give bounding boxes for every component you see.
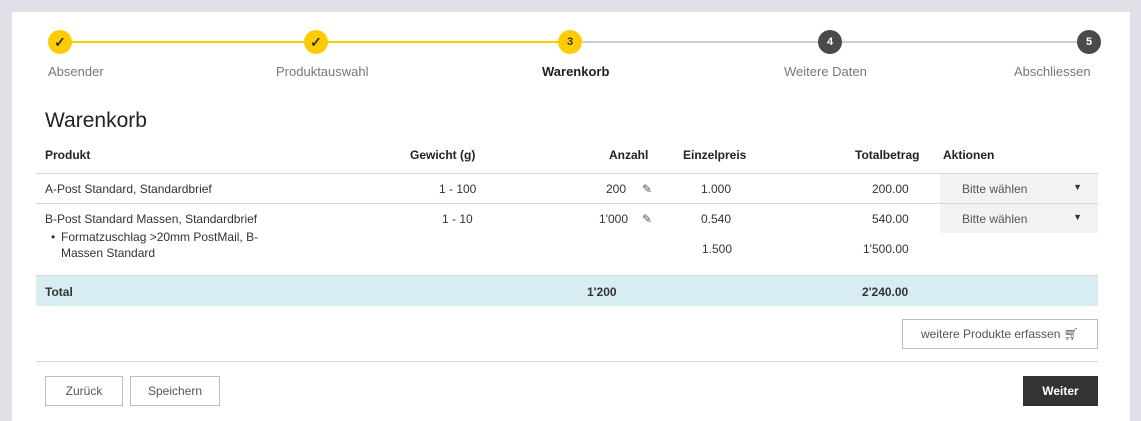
chevron-down-icon: ▼ <box>1073 182 1082 192</box>
step-1-label: Absender <box>48 64 104 79</box>
surcharge-label-line2: Massen Standard <box>61 246 156 260</box>
total-quantity: 1'200 <box>587 285 617 299</box>
header-total: Totalbetrag <box>855 148 920 162</box>
save-button[interactable]: Speichern <box>130 376 220 406</box>
header-product: Produkt <box>45 148 91 162</box>
row-weight: 1 - 10 <box>442 212 473 226</box>
header-unit-price: Einzelpreis <box>683 148 747 162</box>
action-select[interactable]: Bitte wählen ▼ <box>940 174 1098 203</box>
header-quantity: Anzahl <box>609 148 649 162</box>
step-2-check-icon: ✓ <box>304 30 328 54</box>
step-4-label: Weitere Daten <box>784 64 867 79</box>
action-select-value: Bitte wählen <box>962 182 1028 196</box>
row-weight: 1 - 100 <box>439 182 477 196</box>
row-unit-price: 1.000 <box>701 182 732 196</box>
row-product: A-Post Standard, Standardbrief <box>45 182 212 196</box>
header-actions: Aktionen <box>943 148 995 162</box>
divider <box>36 361 1098 362</box>
row-quantity: 200 <box>606 182 627 196</box>
header-weight: Gewicht (g) <box>410 148 476 162</box>
edit-quantity-pencil-icon[interactable]: ✎ <box>642 182 652 196</box>
step-3-label: Warenkorb <box>542 64 610 79</box>
cart-table: Produkt Gewicht (g) Anzahl Einzelpreis T… <box>36 142 1098 306</box>
table-row: B-Post Standard Massen, Standardbrief 1 … <box>36 204 1098 276</box>
chevron-down-icon: ▼ <box>1073 212 1082 222</box>
next-button[interactable]: Weiter <box>1023 376 1098 406</box>
table-header: Produkt Gewicht (g) Anzahl Einzelpreis T… <box>36 142 1098 174</box>
surcharge-label-line1: Formatzuschlag >20mm PostMail, B- <box>61 230 259 244</box>
edit-quantity-pencil-icon[interactable]: ✎ <box>642 212 652 226</box>
page-title: Warenkorb <box>45 109 147 132</box>
add-products-label: weitere Produkte erfassen <box>921 327 1061 341</box>
total-amount: 2'240.00 <box>862 285 909 299</box>
step-5-indicator: 5 <box>1077 30 1101 54</box>
action-select-value: Bitte wählen <box>962 212 1028 226</box>
progress-stepper: ✓ ✓ 3 4 5 Absender Produktauswahl Warenk… <box>12 12 1130 102</box>
total-label: Total <box>45 285 73 299</box>
action-select[interactable]: Bitte wählen ▼ <box>940 204 1098 233</box>
surcharge-unit-price: 1.500 <box>702 242 733 256</box>
add-products-button[interactable]: weitere Produkte erfassen 🛒︎ <box>902 319 1098 349</box>
step-2-label: Produktauswahl <box>276 64 369 79</box>
table-row: A-Post Standard, Standardbrief 1 - 100 2… <box>36 174 1098 204</box>
total-row: Total 1'200 2'240.00 <box>36 276 1098 306</box>
cart-icon: 🛒︎ <box>1063 327 1079 341</box>
step-4-indicator: 4 <box>818 30 842 54</box>
row-product: B-Post Standard Massen, Standardbrief <box>45 212 258 226</box>
row-total: 200.00 <box>872 182 909 196</box>
row-total: 540.00 <box>872 212 909 226</box>
step-5-label: Abschliessen <box>1014 64 1091 79</box>
row-quantity: 1'000 <box>599 212 628 226</box>
back-button[interactable]: Zurück <box>45 376 123 406</box>
bullet-icon: • <box>51 230 56 244</box>
checkout-panel: ✓ ✓ 3 4 5 Absender Produktauswahl Warenk… <box>12 12 1130 421</box>
step-1-check-icon: ✓ <box>48 30 72 54</box>
step-3-indicator: 3 <box>558 30 582 54</box>
row-unit-price: 0.540 <box>701 212 732 226</box>
surcharge-total: 1'500.00 <box>863 242 909 256</box>
